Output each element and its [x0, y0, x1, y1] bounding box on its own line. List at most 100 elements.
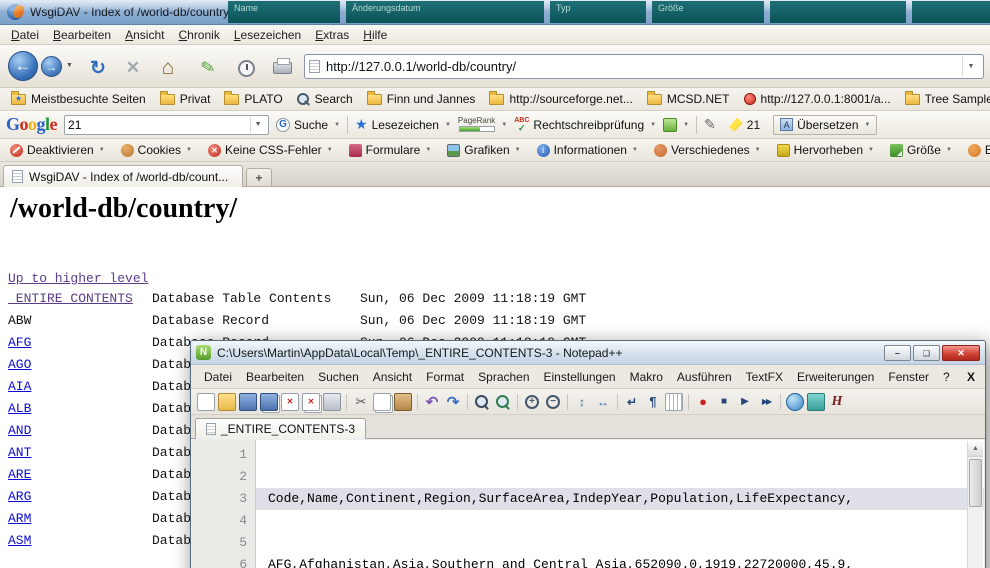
url-bar[interactable]: [304, 54, 984, 79]
pagerank-widget[interactable]: PageRank: [458, 117, 507, 132]
dir-entry-link[interactable]: ARG: [8, 489, 152, 504]
run-macro-multiple-icon[interactable]: [757, 393, 775, 411]
webdev-css-fehler[interactable]: Keine CSS-Fehler: [203, 142, 338, 158]
dir-entry-link[interactable]: AGO: [8, 357, 152, 372]
np-menu-makro[interactable]: Makro: [623, 367, 670, 387]
scroll-up-icon[interactable]: [968, 441, 983, 457]
open-file-icon[interactable]: [218, 393, 236, 411]
reload-button[interactable]: [86, 56, 110, 80]
find-icon[interactable]: [473, 393, 491, 411]
save-all-icon[interactable]: [260, 393, 278, 411]
np-menu-suchen[interactable]: Suchen: [311, 367, 366, 387]
editor-area[interactable]: 1 2 3 4 5 6 Code,Name,Continent,Region,S…: [192, 440, 984, 568]
dir-entry-link[interactable]: ASM: [8, 533, 152, 548]
undo-icon[interactable]: [423, 393, 441, 411]
view-in-browser-icon[interactable]: [786, 393, 804, 411]
bookmark-mcsd-net[interactable]: MCSD.NET: [642, 90, 735, 108]
np-menu-close[interactable]: X: [967, 370, 975, 384]
notepad-title-bar[interactable]: C:\Users\Martin\AppData\Local\Temp\_ENTI…: [191, 341, 985, 365]
word-wrap-icon[interactable]: [623, 393, 641, 411]
np-menu-textfx[interactable]: TextFX: [739, 367, 790, 387]
firefox-title-bar[interactable]: WsgiDAV - Index of /world-db/country/ - …: [0, 0, 990, 25]
scrollbar-thumb[interactable]: [969, 459, 982, 507]
webdev-cookies[interactable]: Cookies: [116, 142, 197, 158]
sync-scroll-vertical-icon[interactable]: [573, 393, 591, 411]
menu-lesezeichen[interactable]: Lesezeichen: [227, 26, 308, 44]
google-search-box[interactable]: [64, 115, 269, 135]
edit-button[interactable]: [704, 116, 722, 133]
editor-scrollbar[interactable]: [967, 441, 983, 568]
autofill-button[interactable]: [663, 118, 689, 132]
print-button[interactable]: [270, 56, 294, 80]
print-icon[interactable]: [323, 393, 341, 411]
webdev-extras[interactable]: Extras: [963, 142, 990, 158]
dir-entry-link[interactable]: AFG: [8, 335, 152, 350]
menu-chronik[interactable]: Chronik: [171, 26, 226, 44]
save-file-icon[interactable]: [239, 393, 257, 411]
bookmark-search[interactable]: Search: [292, 90, 358, 108]
webdev-grafiken[interactable]: Grafiken: [442, 142, 525, 158]
spellcheck-button[interactable]: ABCRechtschreibprüfung: [514, 117, 656, 133]
tab-wsgidav[interactable]: WsgiDAV - Index of /world-db/count...: [3, 165, 243, 187]
bookmark-sourceforge[interactable]: http://sourceforge.net...: [484, 90, 637, 108]
show-all-characters-icon[interactable]: [644, 393, 662, 411]
replace-icon[interactable]: [494, 393, 512, 411]
bookmark-plato[interactable]: PLATO: [219, 90, 287, 108]
zoom-out-icon[interactable]: [546, 395, 560, 409]
google-search-button[interactable]: Suche: [276, 118, 340, 132]
indent-guide-icon[interactable]: [665, 393, 683, 411]
bookmark-localhost-8001[interactable]: http://127.0.0.1:8001/a...: [739, 90, 896, 108]
translate-button[interactable]: Übersetzen: [773, 115, 877, 135]
url-input[interactable]: [326, 59, 956, 74]
np-menu-datei[interactable]: Datei: [197, 367, 239, 387]
menu-ansicht[interactable]: Ansicht: [118, 26, 171, 44]
np-menu-help[interactable]: ?: [936, 367, 957, 387]
paste-icon[interactable]: [394, 393, 412, 411]
menu-bearbeiten[interactable]: Bearbeiten: [46, 26, 118, 44]
np-menu-sprachen[interactable]: Sprachen: [471, 367, 536, 387]
close-all-icon[interactable]: [302, 393, 320, 411]
menu-hilfe[interactable]: Hilfe: [356, 26, 394, 44]
new-tab-button[interactable]: +: [246, 168, 272, 186]
code-area[interactable]: Code,Name,Continent,Region,SurfaceArea,I…: [256, 440, 984, 568]
minimize-button[interactable]: [884, 345, 911, 361]
dir-entry-link[interactable]: ABW: [8, 313, 152, 328]
close-file-icon[interactable]: [281, 393, 299, 411]
search-history-dropdown-icon[interactable]: [250, 117, 265, 133]
webdev-formulare[interactable]: Formulare: [344, 142, 437, 158]
np-menu-ausfuehren[interactable]: Ausführen: [670, 367, 739, 387]
menu-datei[interactable]: Datei: [4, 26, 46, 44]
up-to-higher-level-link[interactable]: Up to higher level: [8, 271, 148, 286]
sync-scroll-horizontal-icon[interactable]: [594, 393, 612, 411]
dir-entry-link[interactable]: ARE: [8, 467, 152, 482]
bookmark-tree-samples[interactable]: Tree Samples: [900, 90, 990, 108]
stop-macro-icon[interactable]: [715, 393, 733, 411]
webdev-informationen[interactable]: Informationen: [532, 142, 643, 158]
forward-button[interactable]: [41, 56, 62, 77]
cut-icon[interactable]: [352, 393, 370, 411]
menu-extras[interactable]: Extras: [308, 26, 356, 44]
feather-extension-button[interactable]: [194, 54, 222, 82]
bookmark-privat[interactable]: Privat: [155, 90, 216, 108]
editor-line[interactable]: AFG,Afghanistan,Asia,Southern and Centra…: [256, 554, 984, 568]
record-macro-icon[interactable]: [694, 393, 712, 411]
doc-map-icon[interactable]: [807, 393, 825, 411]
dir-entry-link[interactable]: ANT: [8, 445, 152, 460]
webdev-groesse[interactable]: Größe: [885, 142, 957, 158]
textfx-icon[interactable]: [828, 393, 846, 411]
dir-entry-link[interactable]: AND: [8, 423, 152, 438]
maximize-button[interactable]: [913, 345, 940, 361]
history-dropdown-icon[interactable]: [66, 62, 73, 69]
webdev-verschiedenes[interactable]: Verschiedenes: [649, 142, 766, 158]
np-menu-format[interactable]: Format: [419, 367, 471, 387]
notepad-tab-active[interactable]: _ENTIRE_CONTENTS-3: [195, 418, 366, 439]
play-macro-icon[interactable]: [736, 393, 754, 411]
new-file-icon[interactable]: [197, 393, 215, 411]
copy-icon[interactable]: [373, 393, 391, 411]
redo-icon[interactable]: [444, 393, 462, 411]
np-menu-erweiterungen[interactable]: Erweiterungen: [790, 367, 881, 387]
notepad-window[interactable]: C:\Users\Martin\AppData\Local\Temp\_ENTI…: [190, 340, 986, 568]
google-bookmarks-button[interactable]: Lesezeichen: [355, 116, 451, 133]
zoom-in-icon[interactable]: [525, 395, 539, 409]
np-menu-bearbeiten[interactable]: Bearbeiten: [239, 367, 311, 387]
